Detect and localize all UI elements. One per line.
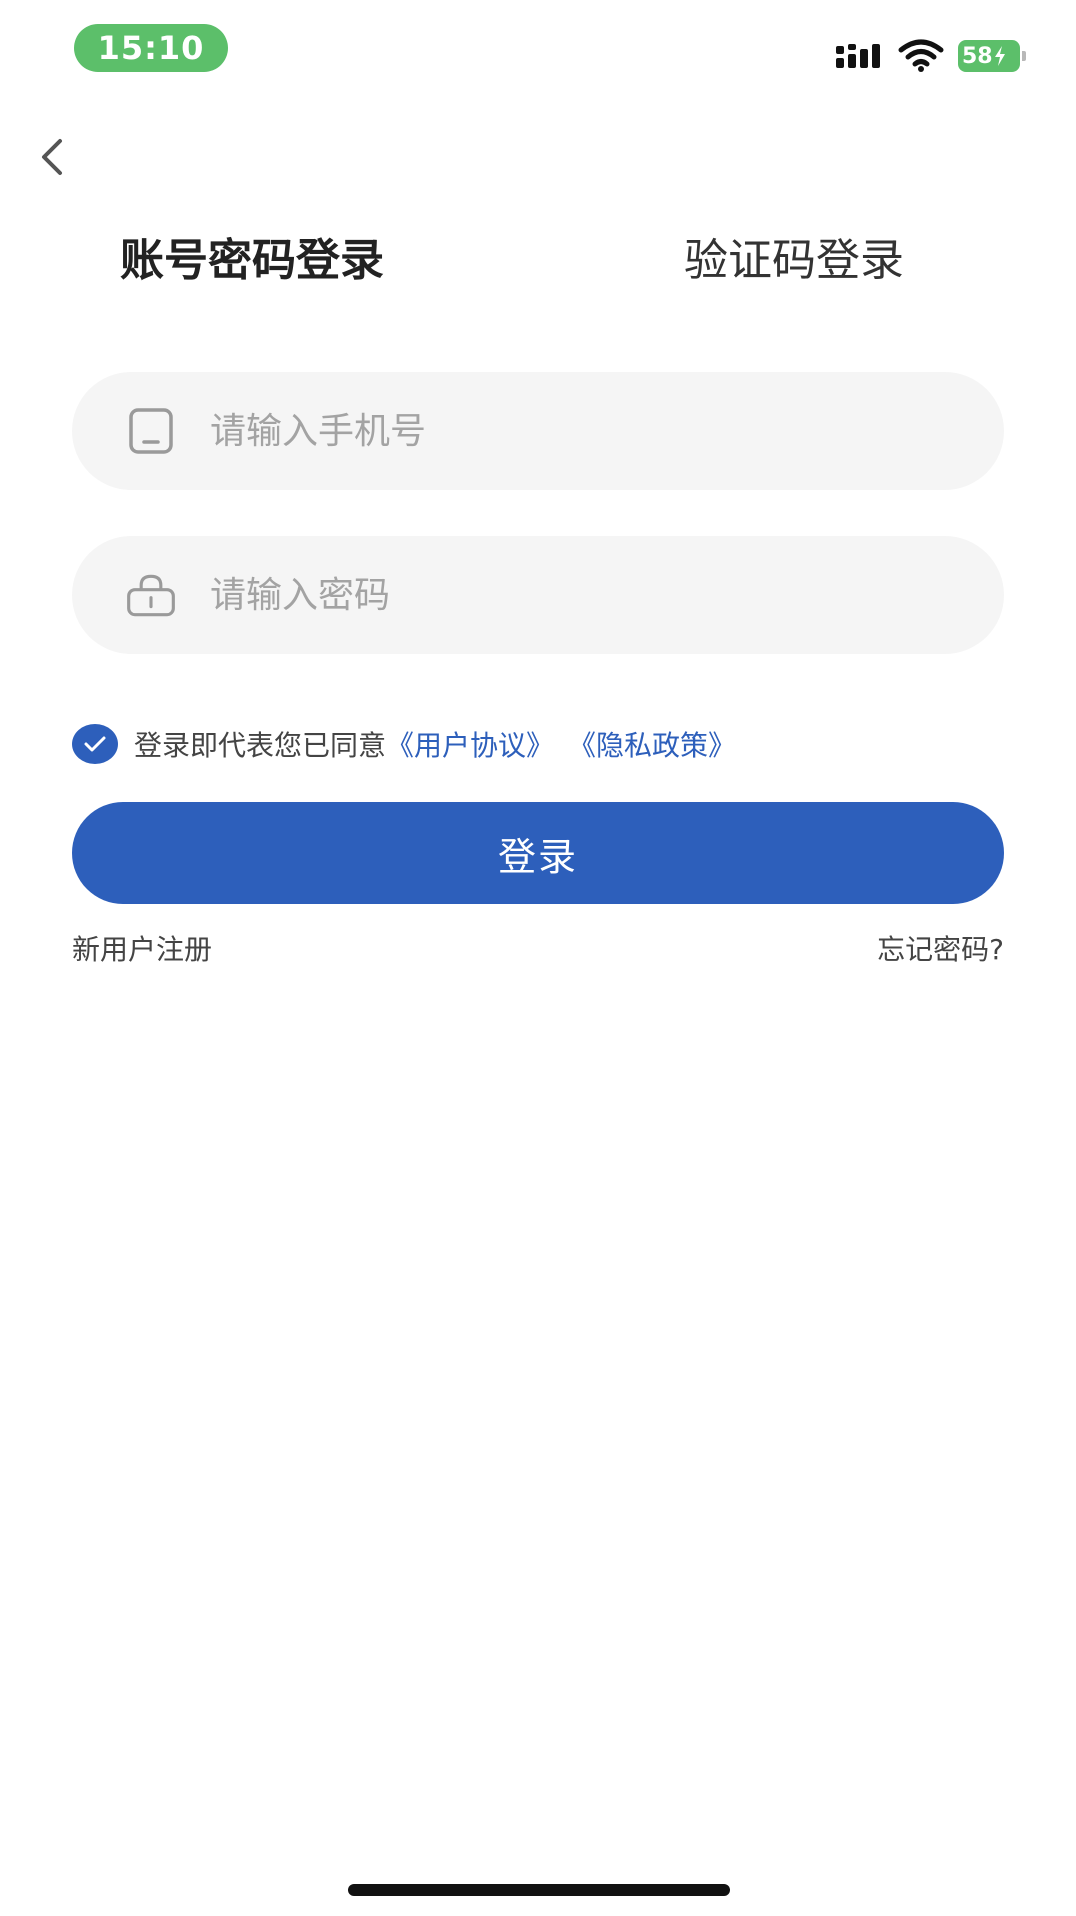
battery-level: 58	[958, 40, 1020, 72]
agreement-checkbox[interactable]	[72, 724, 118, 764]
privacy-policy-link[interactable]: 《隐私政策》	[568, 724, 736, 764]
forgot-password-link[interactable]: 忘记密码?	[877, 928, 1004, 968]
lock-icon	[126, 570, 176, 620]
chevron-left-icon	[42, 139, 62, 175]
tab-code-login[interactable]: 验证码登录	[684, 224, 904, 288]
login-page: 15:10 58 账号密码登录 验证码登录 请输入手机号 登录即代表您已同意 《…	[0, 0, 1076, 1916]
agreement-row: 登录即代表您已同意 《用户协议》 《隐私政策》	[72, 722, 736, 766]
status-time: 15:10	[74, 24, 228, 72]
battery-cap	[1022, 51, 1026, 61]
login-button[interactable]: 登录	[72, 802, 1004, 904]
phone-input[interactable]	[210, 372, 970, 490]
password-input[interactable]	[210, 536, 970, 654]
wifi-icon	[898, 39, 944, 72]
battery-icon: 58	[958, 40, 1028, 72]
register-link[interactable]: 新用户注册	[72, 928, 212, 968]
home-indicator[interactable]	[348, 1884, 730, 1896]
battery-percent: 58	[962, 43, 993, 69]
password-field-container[interactable]	[72, 536, 1004, 654]
user-agreement-link[interactable]: 《用户协议》	[386, 724, 554, 764]
tab-password-login[interactable]: 账号密码登录	[120, 224, 384, 288]
cellular-signal-icon	[836, 44, 880, 68]
checkmark-icon	[84, 736, 106, 752]
phone-field-container[interactable]	[72, 372, 1004, 490]
charging-bolt-icon	[994, 46, 1005, 66]
phone-icon	[126, 406, 176, 456]
back-button[interactable]	[30, 132, 74, 182]
agreement-text: 登录即代表您已同意	[134, 729, 387, 762]
